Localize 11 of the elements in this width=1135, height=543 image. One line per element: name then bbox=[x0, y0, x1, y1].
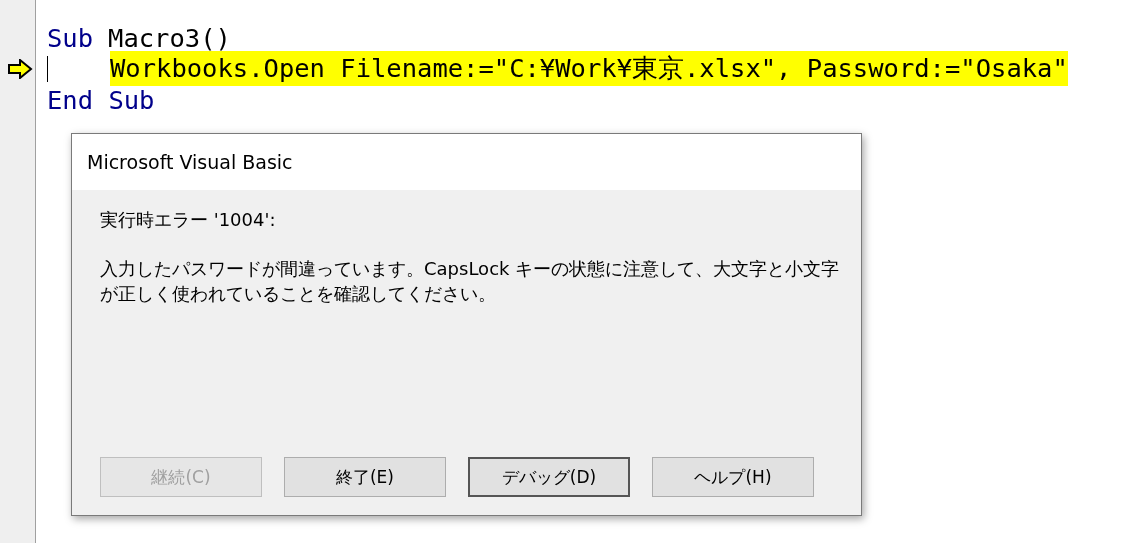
error-message: 入力したパスワードが間違っています。CapsLock キーの状態に注意して、大文字と小文字が正しく使われていることを確認してください。 bbox=[100, 257, 840, 306]
dialog-button[interactable]: 終了(E) bbox=[284, 457, 446, 497]
code-text: Workbooks.Open Filename:="C:¥Work¥東京.xlsx", Password:="Osaka" bbox=[110, 51, 1068, 86]
dialog-button[interactable]: デバッグ(D) bbox=[468, 457, 630, 497]
dialog-button[interactable]: ヘルプ(H) bbox=[652, 457, 814, 497]
code-text: Sub bbox=[47, 22, 94, 53]
window-title: Microsoft Visual Basic bbox=[87, 151, 293, 173]
code-text: End Sub bbox=[47, 84, 155, 115]
error-heading: 実行時エラー '1004': bbox=[100, 208, 277, 232]
code-text: Macro3() bbox=[108, 22, 231, 53]
text-cursor bbox=[47, 55, 48, 82]
